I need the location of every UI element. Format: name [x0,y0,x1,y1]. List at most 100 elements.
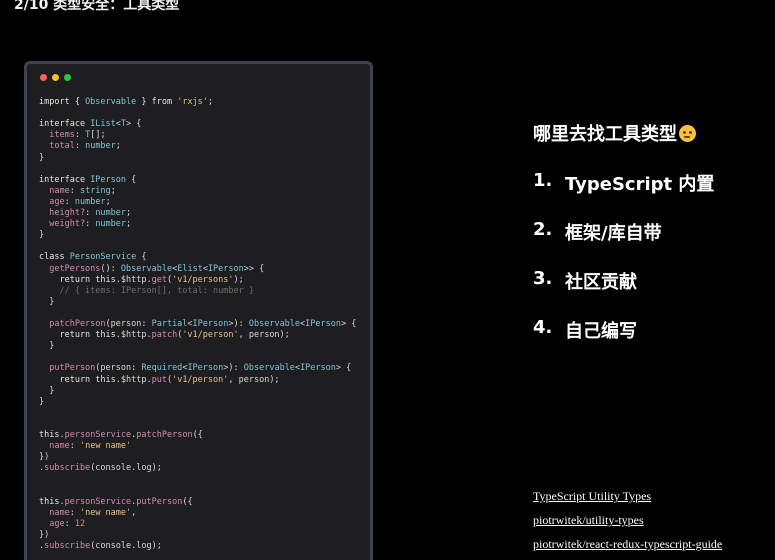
code-token: { [126,174,137,185]
code-token: get [151,274,167,285]
code-token: } [39,341,55,352]
code-token: >): [223,363,244,374]
code-token: ({ [192,430,203,440]
code-token: name [39,441,70,452]
code-token: name [39,185,70,196]
code-line: interface IList<T> { [39,119,141,130]
code-token: this [39,430,60,440]
code-token: (console.log); [90,463,162,474]
code-token: Partial [151,319,188,329]
code-line: return this.$http.get('v1/persons'); [39,274,244,286]
code-line: height?: number; [39,208,131,219]
code-token: import { [39,97,86,107]
code-line: } [39,153,44,164]
code-token: age [39,518,65,529]
code-line: } [39,230,44,241]
link-typescript-utility-types[interactable]: TypeScript Utility Types [533,489,651,504]
code-token: patch [151,330,178,341]
code-token: // { items: IPerson[], total: number } [39,285,254,296]
code-token: } [39,385,55,396]
code-line: .subscribe(console.log); [39,541,162,552]
code-token: PersonService [69,252,137,263]
code-token: number [95,208,127,218]
code-line: // { items: IPerson[], total: number } [39,285,254,297]
code-token: > { [335,363,352,374]
code-token: (person: [95,363,142,374]
code-token: : [64,196,75,207]
code-token: , person); [238,330,290,341]
code-token: : [74,130,86,141]
code-token: 'v1/person' [172,374,229,385]
code-token: 'v1/persons' [172,274,234,285]
code-token: this [39,496,60,507]
code-token: ; [105,196,111,207]
code-line: .subscribe(console.log); [39,463,162,474]
code-line: weight?: number; [39,219,131,230]
list-label: 社区贡献 [565,272,637,293]
code-token: ); [233,274,244,285]
code-token: ; [115,141,121,152]
code-token: } [39,296,55,307]
code-token: Observable [120,263,173,274]
code-line: age: number; [39,196,111,208]
code-token: number [74,196,106,207]
code-token: { [136,252,147,263]
code-line: patchPerson(person: Partial<IPerson>): O… [39,319,356,330]
code-line: return this.$http.patch('v1/person', per… [39,330,290,341]
code-line: class PersonService { [39,252,147,263]
code-line: name: string; [39,186,116,197]
code-line: age: 12 [39,519,85,530]
code-token: : [64,518,75,529]
code-token: class [39,252,70,263]
list-label: TypeScript 内置 [565,174,715,195]
code-token: patchPerson [39,319,106,329]
code-token: ; [126,208,132,218]
link-utility-types[interactable]: piotrwitek/utility-types [533,513,644,528]
code-line: } [39,341,54,352]
code-token: ; [126,219,132,230]
code-token: number [95,219,127,230]
code-token: string [79,185,111,196]
code-token: []; [90,130,106,141]
code-token: items [39,130,75,141]
code-line: total: number; [39,141,121,152]
list-number: 4. [533,317,553,338]
code-token: personService [64,496,132,507]
code-token: IPerson [192,319,229,329]
code-line: } [39,297,54,308]
code-token: Observable [248,319,301,329]
code-line: return this.$http.put('v1/person', perso… [39,374,280,386]
code-token: weight? [39,219,86,230]
code-token: }) [39,452,50,463]
list-number: 3. [533,268,553,289]
code-token: putPerson [136,496,183,507]
list-label: 框架/库自带 [565,223,662,244]
code-line: } [39,397,44,408]
code-token: , person); [228,374,280,385]
list-item-2: 2. 框架/库自带 [533,219,662,245]
code-token: Observable [85,97,137,107]
code-token: } from [136,97,178,107]
thinking-face-icon [679,124,696,142]
code-token: return this [39,374,116,385]
code-token: 'new name' [79,507,132,518]
heading-text: 哪里去找工具类型 [533,124,677,145]
link-react-redux-typescript-guide[interactable]: piotrwitek/react-redux-typescript-guide [533,537,722,552]
code-token: IPerson [90,174,127,185]
code-token: .$http. [115,330,152,341]
code-token: } [39,152,45,163]
code-token: }) [39,529,50,540]
code-token: subscribe [44,463,91,474]
code-token: number [85,141,116,152]
code-line: this.personService.patchPerson({ [39,430,203,441]
code-line: } [39,386,54,397]
code-token: : [69,441,80,452]
code-line: }) [39,452,49,463]
code-token: put [151,374,167,385]
code-token: ; [207,97,214,107]
code-line: name: 'new name' [39,441,131,452]
code-token: interface [39,174,91,185]
code-token: , [131,507,137,518]
code-token: : [74,141,86,152]
code-token: 'rxjs' [177,97,208,107]
